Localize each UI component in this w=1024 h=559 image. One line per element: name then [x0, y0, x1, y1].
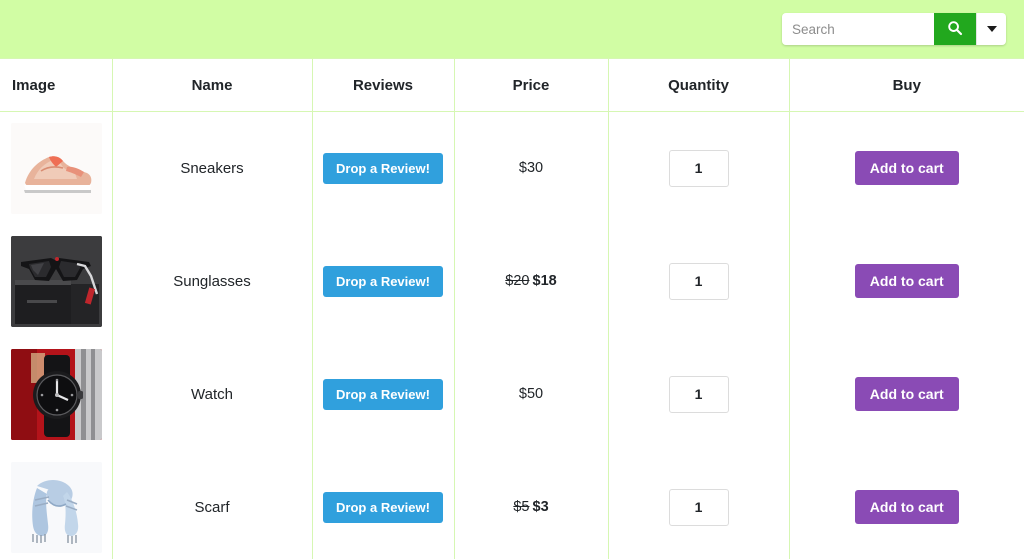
- product-price-cell: $20$18: [454, 225, 608, 338]
- column-header-quantity: Quantity: [608, 59, 789, 112]
- column-header-name: Name: [112, 59, 312, 112]
- table-row: Scarf Drop a Review! $5$3 Add to cart: [0, 451, 1024, 559]
- product-quantity-cell: [608, 338, 789, 451]
- product-name: Scarf: [194, 499, 229, 516]
- product-thumbnail: [11, 462, 102, 553]
- quantity-input[interactable]: [669, 489, 729, 526]
- product-name-cell: Sneakers: [112, 112, 312, 225]
- search-input[interactable]: [782, 13, 934, 45]
- product-name-cell: Scarf: [112, 451, 312, 559]
- product-thumbnail: [11, 349, 102, 440]
- product-name: Watch: [191, 386, 233, 403]
- product-buy-cell: Add to cart: [789, 451, 1024, 559]
- search-icon: [947, 20, 963, 39]
- product-quantity-cell: [608, 112, 789, 225]
- product-reviews-cell: Drop a Review!: [312, 225, 454, 338]
- product-image-cell: [0, 112, 112, 225]
- price-original: $20: [505, 273, 529, 289]
- product-quantity-cell: [608, 225, 789, 338]
- product-price-cell: $5$3: [454, 451, 608, 559]
- product-reviews-cell: Drop a Review!: [312, 338, 454, 451]
- product-buy-cell: Add to cart: [789, 225, 1024, 338]
- drop-a-review-button[interactable]: Drop a Review!: [323, 266, 443, 297]
- quantity-input[interactable]: [669, 376, 729, 413]
- drop-a-review-button[interactable]: Drop a Review!: [323, 492, 443, 523]
- product-name-cell: Sunglasses: [112, 225, 312, 338]
- product-thumbnail: [11, 236, 102, 327]
- top-bar: [0, 0, 1024, 58]
- product-buy-cell: Add to cart: [789, 112, 1024, 225]
- table-header: Image Name Reviews Price Quantity Buy: [0, 59, 1024, 112]
- price-current: $3: [533, 499, 549, 515]
- price-original: $5: [513, 499, 529, 515]
- product-image-cell: [0, 451, 112, 559]
- column-header-image: Image: [0, 59, 112, 112]
- column-header-reviews: Reviews: [312, 59, 454, 112]
- price-current: $50: [519, 386, 543, 402]
- table-row: Watch Drop a Review! $50 Add to cart: [0, 338, 1024, 451]
- drop-a-review-button[interactable]: Drop a Review!: [323, 153, 443, 184]
- add-to-cart-button[interactable]: Add to cart: [855, 264, 959, 298]
- table-row: Sunglasses Drop a Review! $20$18 Add to …: [0, 225, 1024, 338]
- add-to-cart-button[interactable]: Add to cart: [855, 490, 959, 524]
- add-to-cart-button[interactable]: Add to cart: [855, 151, 959, 185]
- product-reviews-cell: Drop a Review!: [312, 112, 454, 225]
- product-buy-cell: Add to cart: [789, 338, 1024, 451]
- product-thumbnail: [11, 123, 102, 214]
- product-price-cell: $50: [454, 338, 608, 451]
- add-to-cart-button[interactable]: Add to cart: [855, 377, 959, 411]
- price-current: $18: [533, 273, 557, 289]
- table-row: Sneakers Drop a Review! $30 Add to cart: [0, 112, 1024, 225]
- product-name-cell: Watch: [112, 338, 312, 451]
- column-header-buy: Buy: [789, 59, 1024, 112]
- price-current: $30: [519, 160, 543, 176]
- search-button[interactable]: [934, 13, 976, 45]
- search-bar: [782, 13, 1006, 45]
- product-reviews-cell: Drop a Review!: [312, 451, 454, 559]
- quantity-input[interactable]: [669, 150, 729, 187]
- drop-a-review-button[interactable]: Drop a Review!: [323, 379, 443, 410]
- quantity-input[interactable]: [669, 263, 729, 300]
- product-name: Sunglasses: [173, 273, 251, 290]
- products-table: Image Name Reviews Price Quantity Buy: [0, 58, 1024, 559]
- product-name: Sneakers: [180, 160, 243, 177]
- search-dropdown-button[interactable]: [976, 13, 1006, 45]
- table-header-row: Image Name Reviews Price Quantity Buy: [0, 59, 1024, 112]
- product-price-cell: $30: [454, 112, 608, 225]
- product-image-cell: [0, 338, 112, 451]
- table-body: Sneakers Drop a Review! $30 Add to cart: [0, 112, 1024, 559]
- chevron-down-icon: [987, 26, 997, 32]
- product-image-cell: [0, 225, 112, 338]
- product-quantity-cell: [608, 451, 789, 559]
- column-header-price: Price: [454, 59, 608, 112]
